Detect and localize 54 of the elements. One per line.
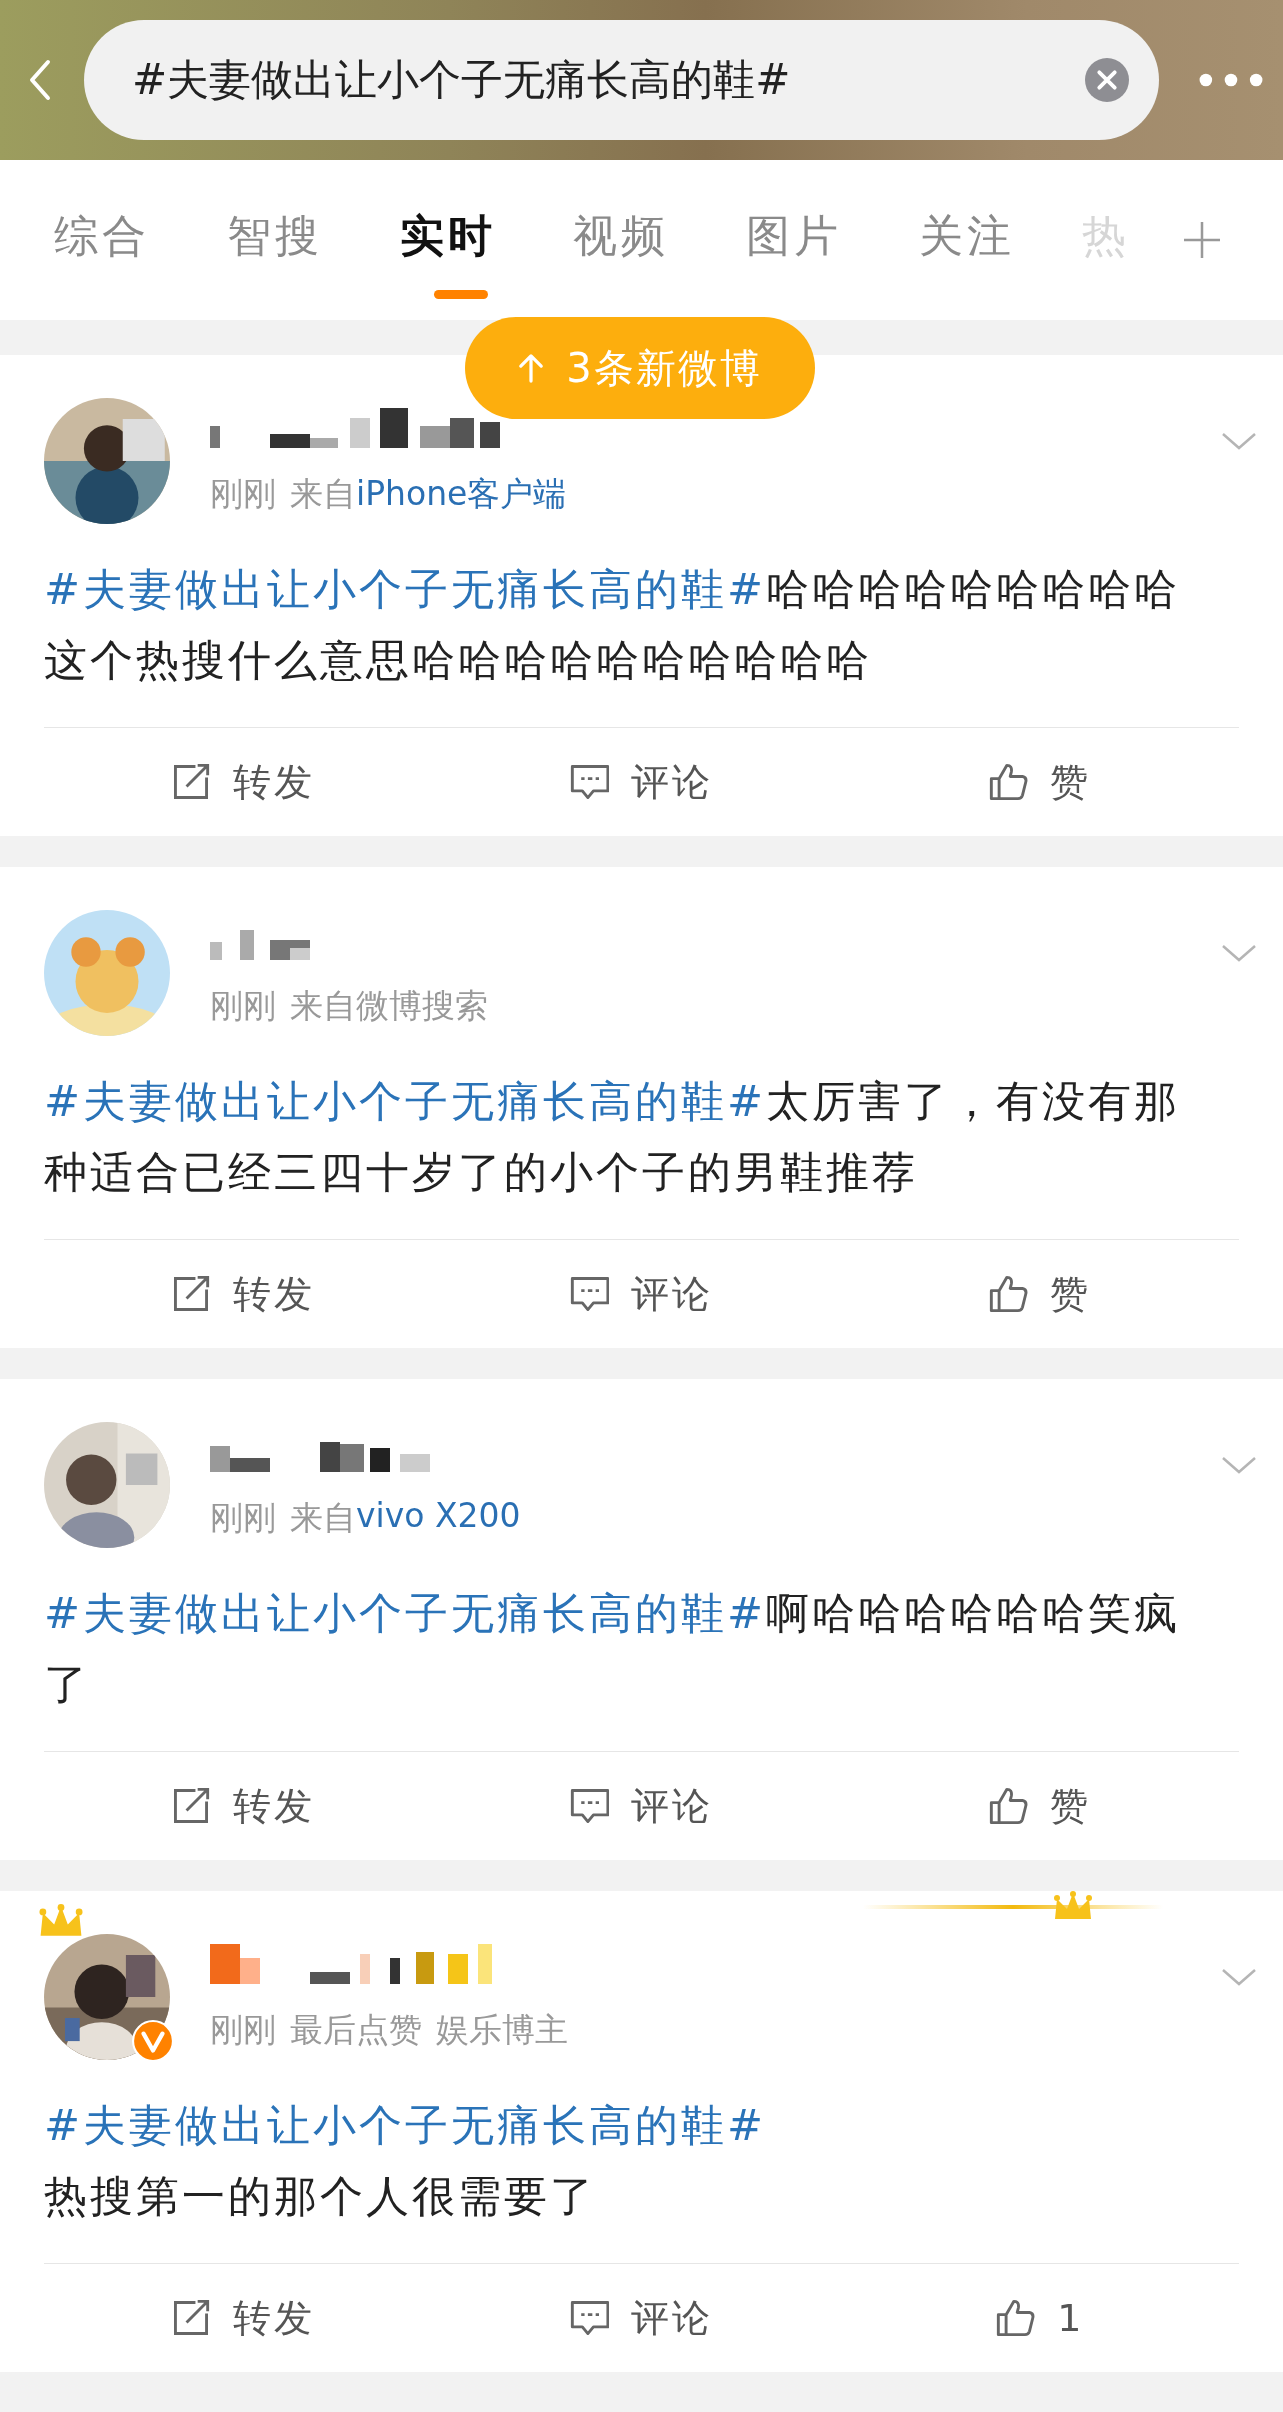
share-icon bbox=[171, 2298, 212, 2338]
arrow-up-icon bbox=[518, 353, 545, 383]
post-text: #夫妻做出让小个子无痛长高的鞋#啊哈哈哈哈哈哈笑疯了 bbox=[44, 1587, 1182, 1711]
share-icon bbox=[171, 1274, 212, 1314]
post-tag: 娱乐博主 bbox=[436, 2008, 568, 2053]
source-label: 来自 bbox=[290, 1497, 356, 1539]
comment-button[interactable]: 评论 bbox=[569, 1268, 714, 1320]
repost-button[interactable]: 转发 bbox=[171, 1780, 316, 1832]
share-icon bbox=[171, 1786, 212, 1826]
comment-icon bbox=[569, 2298, 610, 2338]
dropdown-chevron-icon[interactable] bbox=[1221, 1456, 1257, 1474]
dropdown-chevron-icon[interactable] bbox=[1221, 1968, 1257, 1986]
like-button[interactable]: 赞 bbox=[988, 1268, 1092, 1320]
comment-button[interactable]: 评论 bbox=[569, 2292, 714, 2344]
comment-icon bbox=[569, 762, 610, 802]
tab[interactable]: 实时 bbox=[374, 181, 547, 299]
thumbs-up-icon bbox=[988, 1274, 1029, 1314]
source-label: 微博搜索 bbox=[356, 985, 488, 1027]
topic-link[interactable]: #夫妻做出让小个子无痛长高的鞋# bbox=[44, 564, 767, 614]
clear-icon[interactable] bbox=[1085, 58, 1129, 102]
source-label: 来自 bbox=[290, 985, 356, 1027]
repost-button[interactable]: 转发 bbox=[171, 2292, 316, 2344]
repost-button[interactable]: 转发 bbox=[171, 1268, 316, 1320]
source-label: 来自 bbox=[290, 473, 356, 515]
dropdown-chevron-icon[interactable] bbox=[1221, 432, 1257, 450]
like-button[interactable]: 1 bbox=[995, 2296, 1085, 2340]
comment-button[interactable]: 评论 bbox=[569, 1780, 714, 1832]
thumbs-up-icon bbox=[988, 1786, 1029, 1826]
source-link[interactable]: vivo X200 bbox=[356, 1496, 521, 1541]
comment-icon bbox=[569, 1786, 610, 1826]
comment-icon bbox=[569, 1274, 610, 1314]
repost-button[interactable]: 转发 bbox=[171, 756, 316, 808]
dropdown-chevron-icon[interactable] bbox=[1221, 944, 1257, 962]
topic-link[interactable]: #夫妻做出让小个子无痛长高的鞋# bbox=[44, 1588, 767, 1638]
comment-button[interactable]: 评论 bbox=[569, 756, 714, 808]
post-time: 刚刚 bbox=[210, 473, 276, 515]
post-text: 热搜第一的那个人很需要了 bbox=[44, 2170, 597, 2223]
post-text: #夫妻做出让小个子无痛长高的鞋#哈哈哈哈哈哈哈哈哈这个热搜什么意思哈哈哈哈哈哈哈哈哈哈 bbox=[44, 563, 1182, 687]
thumbs-up-icon bbox=[988, 762, 1029, 802]
post-time: 刚刚 bbox=[210, 1497, 276, 1539]
post-tag: 最后点赞 bbox=[290, 2008, 422, 2053]
more-icon[interactable] bbox=[1199, 73, 1263, 87]
like-button[interactable]: 赞 bbox=[988, 1780, 1092, 1832]
post-time: 刚刚 bbox=[210, 985, 276, 1027]
topic-link[interactable]: #夫妻做出让小个子无痛长高的鞋# bbox=[44, 1076, 767, 1126]
post-time: 刚刚 bbox=[210, 2009, 276, 2051]
like-button[interactable]: 赞 bbox=[988, 756, 1092, 808]
topic-link[interactable]: #夫妻做出让小个子无痛长高的鞋# bbox=[44, 2090, 1204, 2161]
source-link[interactable]: iPhone客户端 bbox=[356, 472, 567, 517]
search-field[interactable]: #夫妻做出让小个子无痛长高的鞋# bbox=[84, 20, 1159, 140]
add-tab-icon[interactable] bbox=[1182, 220, 1222, 260]
post-text: #夫妻做出让小个子无痛长高的鞋#太厉害了，有没有那种适合已经三四十岁了的小个子的男鞋推荐 bbox=[44, 1075, 1182, 1199]
thumbs-up-icon bbox=[995, 2298, 1036, 2338]
share-icon bbox=[171, 762, 212, 802]
